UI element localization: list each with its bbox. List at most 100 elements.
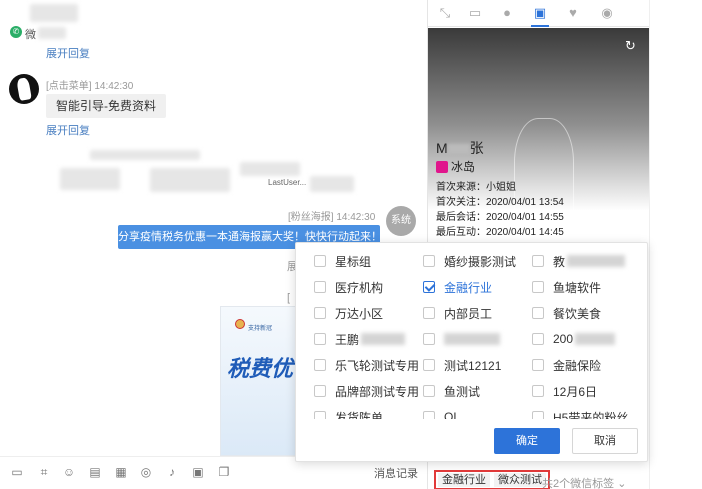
tag-option[interactable]: 星标组: [314, 252, 371, 270]
checkbox[interactable]: [532, 411, 544, 419]
card-icon[interactable]: ▤: [88, 465, 102, 479]
image-icon[interactable]: ▣: [191, 465, 205, 479]
tag-options-grid: 星标组 医疗机构 万达小区 王鹏 乐飞轮测试专用 品牌部测试专用 发货陈单 婚纱…: [296, 243, 647, 419]
mic-icon[interactable]: ♪: [165, 465, 179, 479]
tag-option[interactable]: 发货陈单: [314, 408, 383, 419]
blurred-text: [240, 162, 300, 176]
checkbox[interactable]: [532, 281, 544, 293]
tag-option[interactable]: 测试12121: [423, 356, 501, 374]
coin-icon[interactable]: ◉: [598, 4, 616, 22]
tag-option[interactable]: 200: [532, 330, 616, 348]
checkbox[interactable]: [532, 255, 544, 267]
heart-icon[interactable]: ♥: [564, 4, 582, 22]
blurred-text: [444, 333, 500, 345]
confirm-button[interactable]: 确定: [494, 428, 560, 454]
message-history-link[interactable]: 消息记录: [374, 465, 418, 481]
checkbox[interactable]: [314, 333, 326, 345]
checkbox[interactable]: [423, 333, 435, 345]
blurred-text: [361, 333, 406, 345]
selected-tags-box[interactable]: 金融行业 微众测试: [434, 470, 550, 489]
tag-option[interactable]: 内部员工: [423, 304, 492, 322]
checkbox[interactable]: [314, 255, 326, 267]
tag-label: 鱼塘软件: [553, 280, 602, 295]
expand-reply-link[interactable]: 展开回复: [46, 45, 90, 61]
tag-option[interactable]: 王鹏: [314, 330, 406, 348]
tag-option[interactable]: 12月6日: [532, 382, 597, 400]
tag-label: 万达小区: [335, 306, 384, 321]
checkbox[interactable]: [314, 359, 326, 371]
tag-count-dropdown[interactable]: 共2个微信标签 ⌄: [542, 475, 626, 489]
checkbox[interactable]: [532, 359, 544, 371]
checkbox[interactable]: [532, 307, 544, 319]
tag-label: 内部员工: [444, 306, 493, 321]
poster-title: 税费优: [227, 356, 294, 381]
checkbox[interactable]: [423, 411, 435, 419]
expand-reply-link[interactable]: 展开回复: [46, 122, 90, 138]
user-icon[interactable]: ●: [498, 4, 516, 22]
info-row: 最后互动：2020/04/01 14:45: [436, 223, 564, 238]
tag-option[interactable]: 婚纱摄影测试: [423, 252, 516, 270]
tag-label: 教: [553, 254, 566, 269]
blurred-text: [310, 176, 354, 192]
user-avatar[interactable]: [9, 74, 39, 104]
coin-icon[interactable]: ◎: [139, 465, 153, 479]
checkbox[interactable]: [423, 255, 435, 267]
checkbox[interactable]: [423, 307, 435, 319]
chat-icon[interactable]: ▭: [466, 4, 484, 22]
source-app: 冰岛: [436, 158, 475, 175]
panel-tabs: ⤡ ▭ ● ▣ ♥ ◉: [428, 0, 650, 27]
tag-label: 金融行业: [444, 280, 493, 295]
tag-option[interactable]: 医疗机构: [314, 278, 383, 296]
info-value: 小姐姐: [486, 182, 516, 193]
tag-option[interactable]: 品牌部测试专用: [314, 382, 419, 400]
tag-label: 星标组: [335, 254, 372, 269]
chevron-down-icon: ⌄: [617, 478, 627, 489]
checkbox[interactable]: [532, 385, 544, 397]
tag-option[interactable]: H5带来的粉丝: [532, 408, 628, 419]
profile-name-suffix: 张: [469, 140, 484, 156]
profile-name-prefix: M: [436, 140, 448, 156]
id-card-icon[interactable]: ▣: [531, 4, 549, 22]
info-label: 首次来源：: [436, 182, 486, 193]
tag-label: 鱼测试: [444, 384, 481, 399]
poster-image-card[interactable]: 支持新冠 税费优: [220, 306, 300, 456]
checkbox[interactable]: [314, 281, 326, 293]
info-label: 最后互动：: [436, 227, 486, 238]
tag-option[interactable]: 金融保险: [532, 356, 601, 374]
cancel-button[interactable]: 取消: [572, 428, 638, 454]
crop-icon[interactable]: ⌗: [37, 465, 51, 479]
tag-option[interactable]: [423, 330, 500, 348]
checkbox[interactable]: [314, 411, 326, 419]
checkbox-checked[interactable]: [423, 281, 435, 293]
tag-option[interactable]: 餐饮美食: [532, 304, 601, 322]
tag-label: 12月6日: [553, 384, 598, 399]
checkbox[interactable]: [423, 385, 435, 397]
folder-icon[interactable]: ▭: [10, 465, 24, 479]
tag-option[interactable]: 万达小区: [314, 304, 383, 322]
blurred-text: [150, 168, 230, 192]
tag-option[interactable]: 鱼塘软件: [532, 278, 601, 296]
tag-label: 婚纱摄影测试: [444, 254, 517, 269]
blurred-text: [60, 168, 120, 190]
info-row: 首次来源：小姐姐: [436, 178, 516, 193]
tag-option-checked[interactable]: 金融行业: [423, 278, 492, 296]
checkbox[interactable]: [314, 307, 326, 319]
tag-label: 测试12121: [444, 358, 502, 373]
checkbox[interactable]: [423, 359, 435, 371]
refresh-icon[interactable]: ↻: [625, 38, 636, 54]
tag-option[interactable]: 鱼测试: [423, 382, 480, 400]
tag-label: 金融保险: [553, 358, 602, 373]
checkbox[interactable]: [314, 385, 326, 397]
tag-option[interactable]: 乐飞轮测试专用: [314, 356, 419, 374]
layout-icon[interactable]: ▦: [114, 465, 128, 479]
expand-icon[interactable]: ⤡: [436, 4, 454, 22]
empty-column: [649, 0, 702, 489]
tag-option[interactable]: 教: [532, 252, 626, 270]
message-bubble: 智能引导-免费资料: [46, 94, 166, 118]
system-avatar: 系统: [386, 206, 416, 236]
emoji-icon[interactable]: ☺: [62, 465, 76, 479]
file-icon[interactable]: ❐: [217, 465, 231, 479]
selected-tag: 金融行业: [438, 473, 490, 487]
checkbox[interactable]: [532, 333, 544, 345]
tag-option[interactable]: QL: [423, 408, 460, 419]
